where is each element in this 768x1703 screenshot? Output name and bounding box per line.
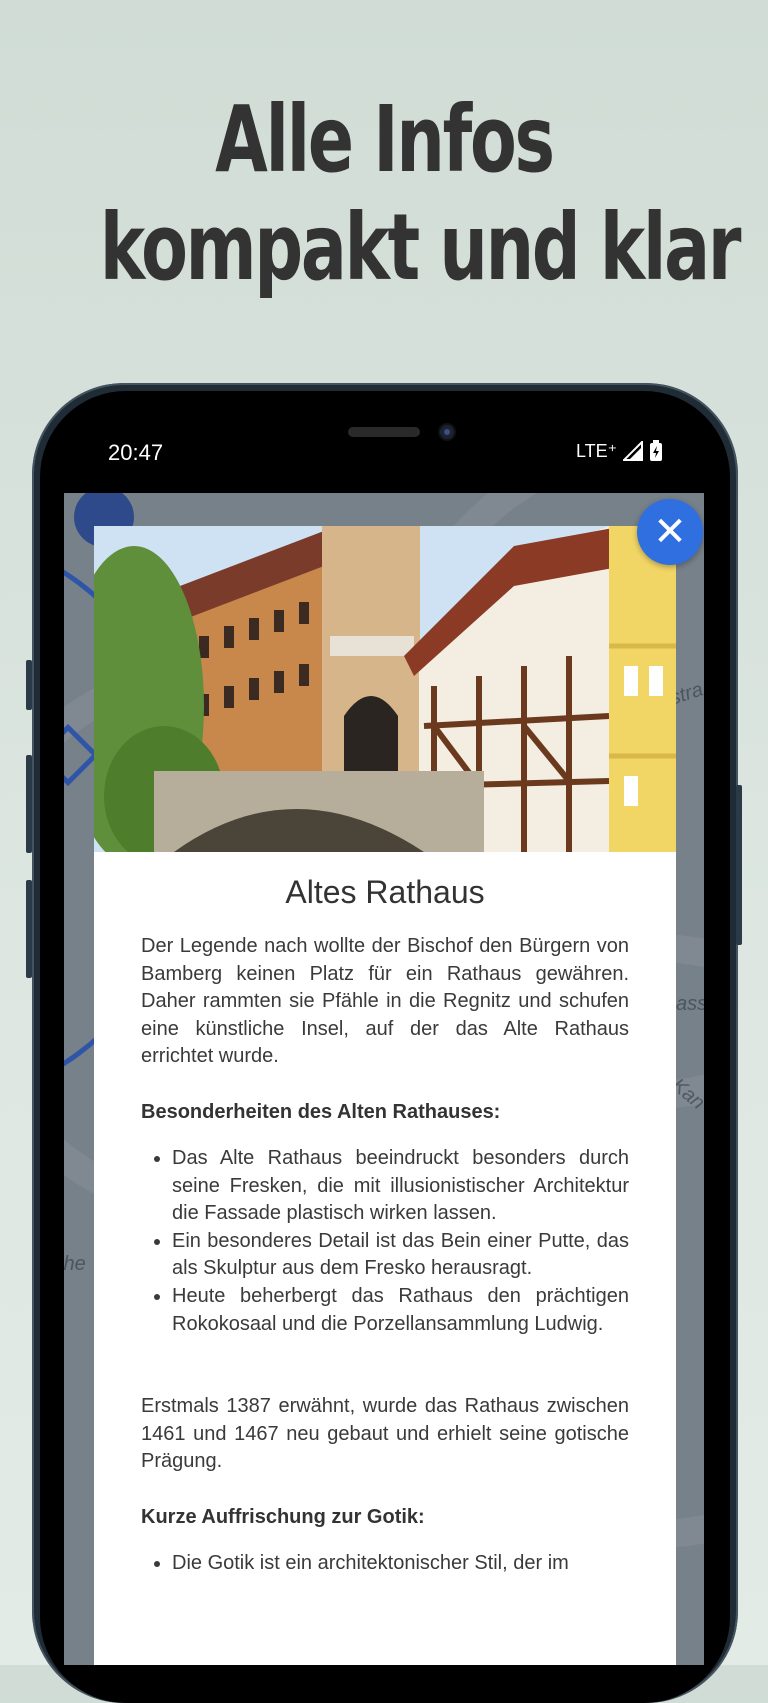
phone-power-button (736, 785, 742, 945)
headline-line-2: kompakt und klar (99, 194, 742, 301)
attraction-photo (94, 526, 676, 852)
history-paragraph: Erstmals 1387 erwähnt, wurde das Rathaus… (141, 1395, 629, 1473)
map-label-street: the (64, 1253, 86, 1275)
close-button[interactable]: ✕ (637, 499, 703, 565)
list-item: Die Gotik ist ein architektonischer Stil… (172, 1550, 629, 1578)
phone-mute-switch (26, 660, 32, 710)
status-icons: LTE⁺ (576, 440, 663, 462)
map-label-street: ass (676, 993, 704, 1015)
attraction-intro: Der Legende nach wollte der Bischof den … (141, 935, 629, 1068)
features-list: Das Alte Rathaus beeindruckt besonders d… (141, 1145, 629, 1338)
list-item: Das Alte Rathaus beeindruckt besonders d… (172, 1145, 629, 1228)
front-camera-icon (440, 425, 454, 439)
attraction-title: Altes Rathaus (285, 874, 485, 910)
battery-icon (650, 440, 663, 461)
gothic-heading: Kurze Auffrischung zur Gotik: (141, 1505, 425, 1528)
close-icon: ✕ (653, 510, 687, 554)
attraction-content: Altes Rathaus Der Legende nach wollte de… (141, 852, 629, 1578)
phone-speaker (348, 427, 420, 437)
phone-volume-down (26, 880, 32, 978)
signal-icon (623, 441, 644, 461)
network-type: LTE⁺ (576, 440, 618, 461)
features-heading: Besonderheiten des Alten Rathauses: (141, 1100, 501, 1123)
attraction-detail-card[interactable]: Altes Rathaus Der Legende nach wollte de… (94, 526, 676, 1665)
headline-line-1: Alle Infos (215, 86, 555, 193)
gothic-list: Die Gotik ist ein architektonischer Stil… (141, 1550, 629, 1578)
status-time: 20:47 (108, 440, 164, 465)
phone-volume-up (26, 755, 32, 853)
list-item: Heute beherbergt das Rathaus den prächti… (172, 1283, 629, 1338)
promo-headline: Alle Infos kompakt und klar (99, 86, 742, 302)
list-item: Ein besonderes Detail ist das Bein einer… (172, 1228, 629, 1283)
